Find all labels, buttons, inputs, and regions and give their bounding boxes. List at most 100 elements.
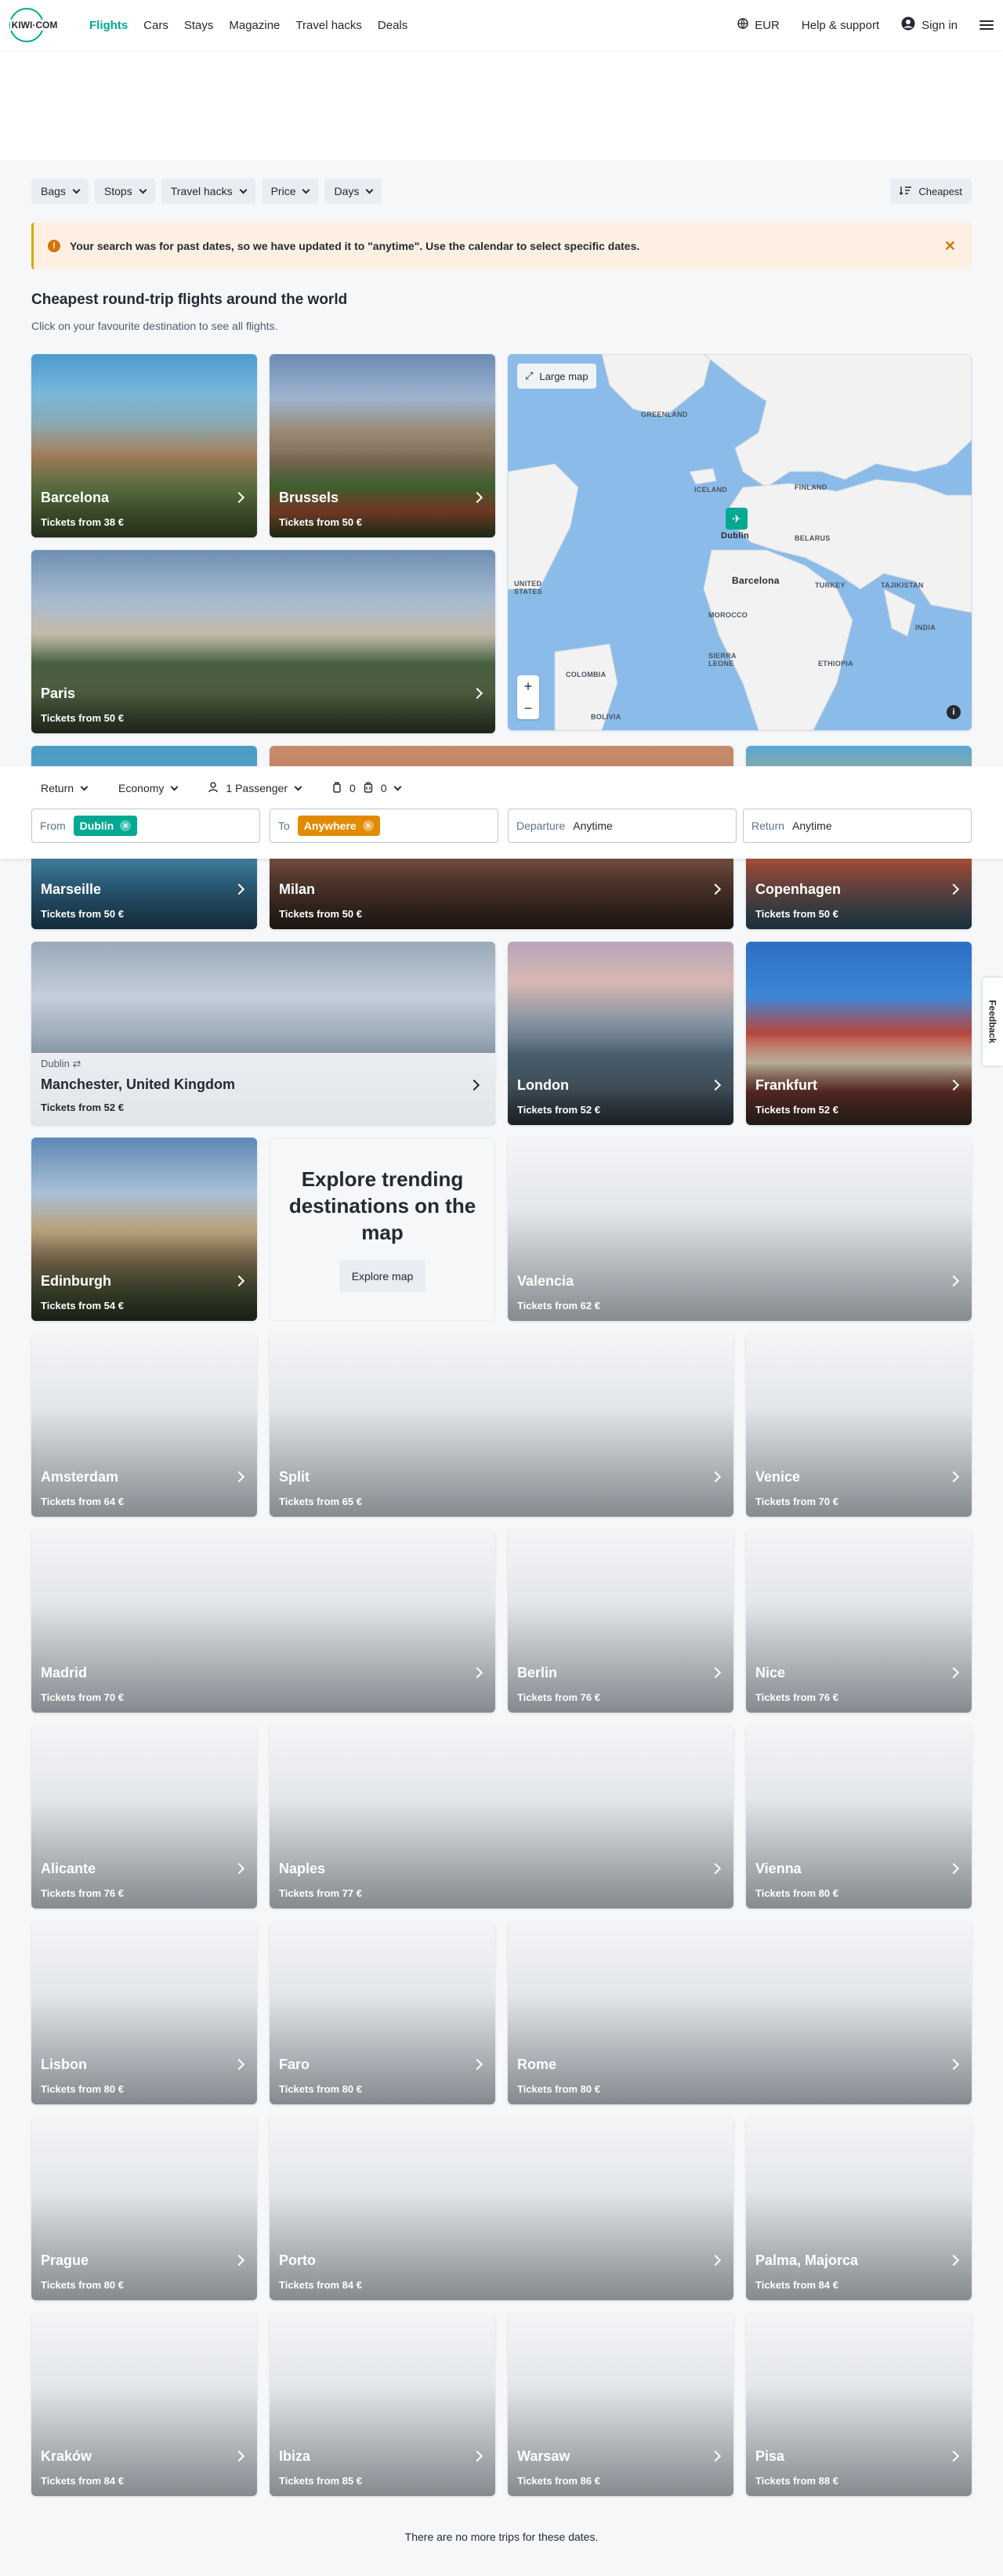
user-icon xyxy=(901,16,915,34)
chevron-right-icon xyxy=(709,2450,722,2462)
kiwi-logo[interactable]: KIWI·COM xyxy=(9,8,75,42)
warning-icon: ! xyxy=(48,240,60,252)
filter-price[interactable]: Price xyxy=(261,179,319,204)
destination-card-ibiza[interactable]: Ibiza Tickets from 85 € xyxy=(270,2313,495,2496)
chevron-down-icon xyxy=(170,783,179,791)
chevron-right-icon xyxy=(709,1862,722,1875)
filter-bags[interactable]: Bags xyxy=(31,179,89,204)
destination-card-faro[interactable]: Faro Tickets from 80 € xyxy=(270,1921,495,2104)
cabin-class-select[interactable]: Economy xyxy=(109,776,186,801)
destination-card-nice[interactable]: Nice Tickets from 76 € xyxy=(746,1529,972,1713)
map-label-greenland: GREENLAND xyxy=(641,411,688,418)
destination-card-warsaw[interactable]: Warsaw Tickets from 86 € xyxy=(508,2313,733,2496)
map-label-barcelona: Barcelona xyxy=(732,575,780,586)
nav-link-cars[interactable]: Cars xyxy=(143,19,168,32)
destination-card-brussels[interactable]: Brussels Tickets from 50 € xyxy=(270,354,495,537)
destination-tag[interactable]: Anywhere ✕ xyxy=(297,816,380,836)
origin-tag[interactable]: Dublin ✕ xyxy=(73,816,138,836)
checked-bag-icon xyxy=(364,781,373,795)
from-field[interactable]: From Dublin ✕ xyxy=(31,809,260,843)
nav-link-deals[interactable]: Deals xyxy=(378,19,407,32)
chevron-right-icon xyxy=(233,2254,245,2267)
filter-stops[interactable]: Stops xyxy=(94,179,155,204)
destination-card-berlin[interactable]: Berlin Tickets from 76 € xyxy=(508,1529,733,1713)
no-more-trips-note: There are no more trips for these dates. xyxy=(404,2531,599,2543)
destination-card-paris[interactable]: Paris Tickets from 50 € xyxy=(31,550,495,733)
bags-select[interactable]: 0 0 xyxy=(323,776,410,801)
nav-link-stays[interactable]: Stays xyxy=(184,19,214,32)
cabin-bag-icon xyxy=(332,781,342,795)
destination-card-rome[interactable]: Rome Tickets from 80 € xyxy=(508,1921,972,2104)
chevron-right-icon xyxy=(468,1079,480,1091)
chevron-right-icon xyxy=(471,2450,483,2462)
nav-link-flights[interactable]: Flights xyxy=(89,19,128,32)
filter-travel-hacks[interactable]: Travel hacks xyxy=(161,179,255,204)
sticky-search-form: Return Economy 1 Passenger 0 0 From Dubl… xyxy=(0,766,1003,859)
zoom-out-button[interactable]: − xyxy=(517,697,539,719)
departure-field[interactable]: Departure Anytime xyxy=(508,809,737,843)
chevron-right-icon xyxy=(947,1666,960,1679)
map-label-colombia: COLOMBIA xyxy=(566,671,607,678)
destination-card-lisbon[interactable]: Lisbon Tickets from 80 € xyxy=(31,1921,257,2104)
close-icon[interactable]: ✕ xyxy=(944,238,956,255)
destination-card-porto[interactable]: Porto Tickets from 84 € xyxy=(270,2117,733,2300)
top-navbar: KIWI·COM Flights Cars Stays Magazine Tra… xyxy=(0,0,1003,50)
explore-map-button[interactable]: Explore map xyxy=(339,1260,426,1292)
destination-card-prague[interactable]: Prague Tickets from 80 € xyxy=(31,2117,257,2300)
passengers-select[interactable]: 1 Passenger xyxy=(199,776,310,801)
chevron-right-icon xyxy=(947,1862,960,1875)
large-map-button[interactable]: ⤢ Large map xyxy=(517,364,596,389)
currency-label: EUR xyxy=(755,18,780,32)
destination-card-split[interactable]: Split Tickets from 65 € xyxy=(270,1333,733,1517)
page-title: Cheapest round-trip flights around the w… xyxy=(31,291,348,308)
info-icon[interactable]: i xyxy=(947,705,961,719)
page-subtitle: Click on your favourite destination to s… xyxy=(31,320,278,332)
destination-card-edinburgh[interactable]: Edinburgh Tickets from 54 € xyxy=(31,1138,257,1321)
map-label-finland: FINLAND xyxy=(795,483,827,491)
destination-card-vienna[interactable]: Vienna Tickets from 80 € xyxy=(746,1725,972,1908)
destination-card-frankfurt[interactable]: Frankfurt Tickets from 52 € xyxy=(746,942,972,1125)
destination-card-barcelona[interactable]: Barcelona Tickets from 38 € xyxy=(31,354,257,537)
map-label-bolivia: BOLIVIA xyxy=(591,713,621,721)
chevron-right-icon xyxy=(471,2058,483,2071)
trip-type-select[interactable]: Return xyxy=(31,776,96,801)
filter-days[interactable]: Days xyxy=(324,179,382,204)
map-label-tajikistan: TAJIKISTAN xyxy=(881,581,924,589)
destination-card-krakow[interactable]: Kraków Tickets from 84 € xyxy=(31,2313,257,2496)
currency-selector[interactable]: EUR xyxy=(737,18,780,32)
destination-card-madrid[interactable]: Madrid Tickets from 70 € xyxy=(31,1529,495,1713)
destination-card-amsterdam[interactable]: Amsterdam Tickets from 64 € xyxy=(31,1333,257,1517)
destination-card-venice[interactable]: Venice Tickets from 70 € xyxy=(746,1333,972,1517)
destination-card-palma[interactable]: Palma, Majorca Tickets from 84 € xyxy=(746,2117,972,2300)
help-support-link[interactable]: Help & support xyxy=(802,19,879,32)
destination-card-naples[interactable]: Naples Tickets from 77 € xyxy=(270,1725,733,1908)
chevron-down-icon xyxy=(365,186,374,194)
nav-link-magazine[interactable]: Magazine xyxy=(229,19,280,32)
chevron-down-icon xyxy=(294,783,302,791)
past-dates-alert: ! Your search was for past dates, so we … xyxy=(31,223,972,270)
destination-card-london[interactable]: London Tickets from 52 € xyxy=(508,942,733,1125)
to-field[interactable]: To Anywhere ✕ xyxy=(270,809,498,843)
remove-icon[interactable]: ✕ xyxy=(120,820,132,831)
destination-card-valencia[interactable]: Valencia Tickets from 62 € xyxy=(508,1138,972,1321)
chevron-right-icon xyxy=(233,2058,245,2071)
zoom-in-button[interactable]: + xyxy=(517,675,539,697)
sort-cheapest-button[interactable]: Cheapest xyxy=(890,179,972,204)
sign-in-button[interactable]: Sign in xyxy=(901,16,958,34)
map-label-belarus: BELARUS xyxy=(795,534,831,542)
remove-icon[interactable]: ✕ xyxy=(362,820,374,831)
return-field[interactable]: Return Anytime xyxy=(743,809,972,843)
destination-card-manchester[interactable]: Dublin ⇄ Manchester, United Kingdom Tick… xyxy=(31,942,495,1125)
menu-icon[interactable] xyxy=(979,20,994,30)
airplane-icon[interactable]: ✈ xyxy=(726,508,748,530)
feedback-tab[interactable]: Feedback xyxy=(983,978,1003,1065)
explore-heading: Explore trending destinations on the map xyxy=(288,1167,476,1244)
expand-icon: ⤢ xyxy=(525,370,534,382)
chevron-down-icon xyxy=(393,783,402,791)
nav-link-travel-hacks[interactable]: Travel hacks xyxy=(295,19,361,32)
chevron-down-icon xyxy=(139,186,147,194)
destination-card-pisa[interactable]: Pisa Tickets from 88 € xyxy=(746,2313,972,2496)
destinations-map[interactable]: ⤢ Large map GREENLAND ICELAND FINLAND BE… xyxy=(508,354,972,730)
ad-space xyxy=(0,50,1003,160)
destination-card-alicante[interactable]: Alicante Tickets from 76 € xyxy=(31,1725,257,1908)
